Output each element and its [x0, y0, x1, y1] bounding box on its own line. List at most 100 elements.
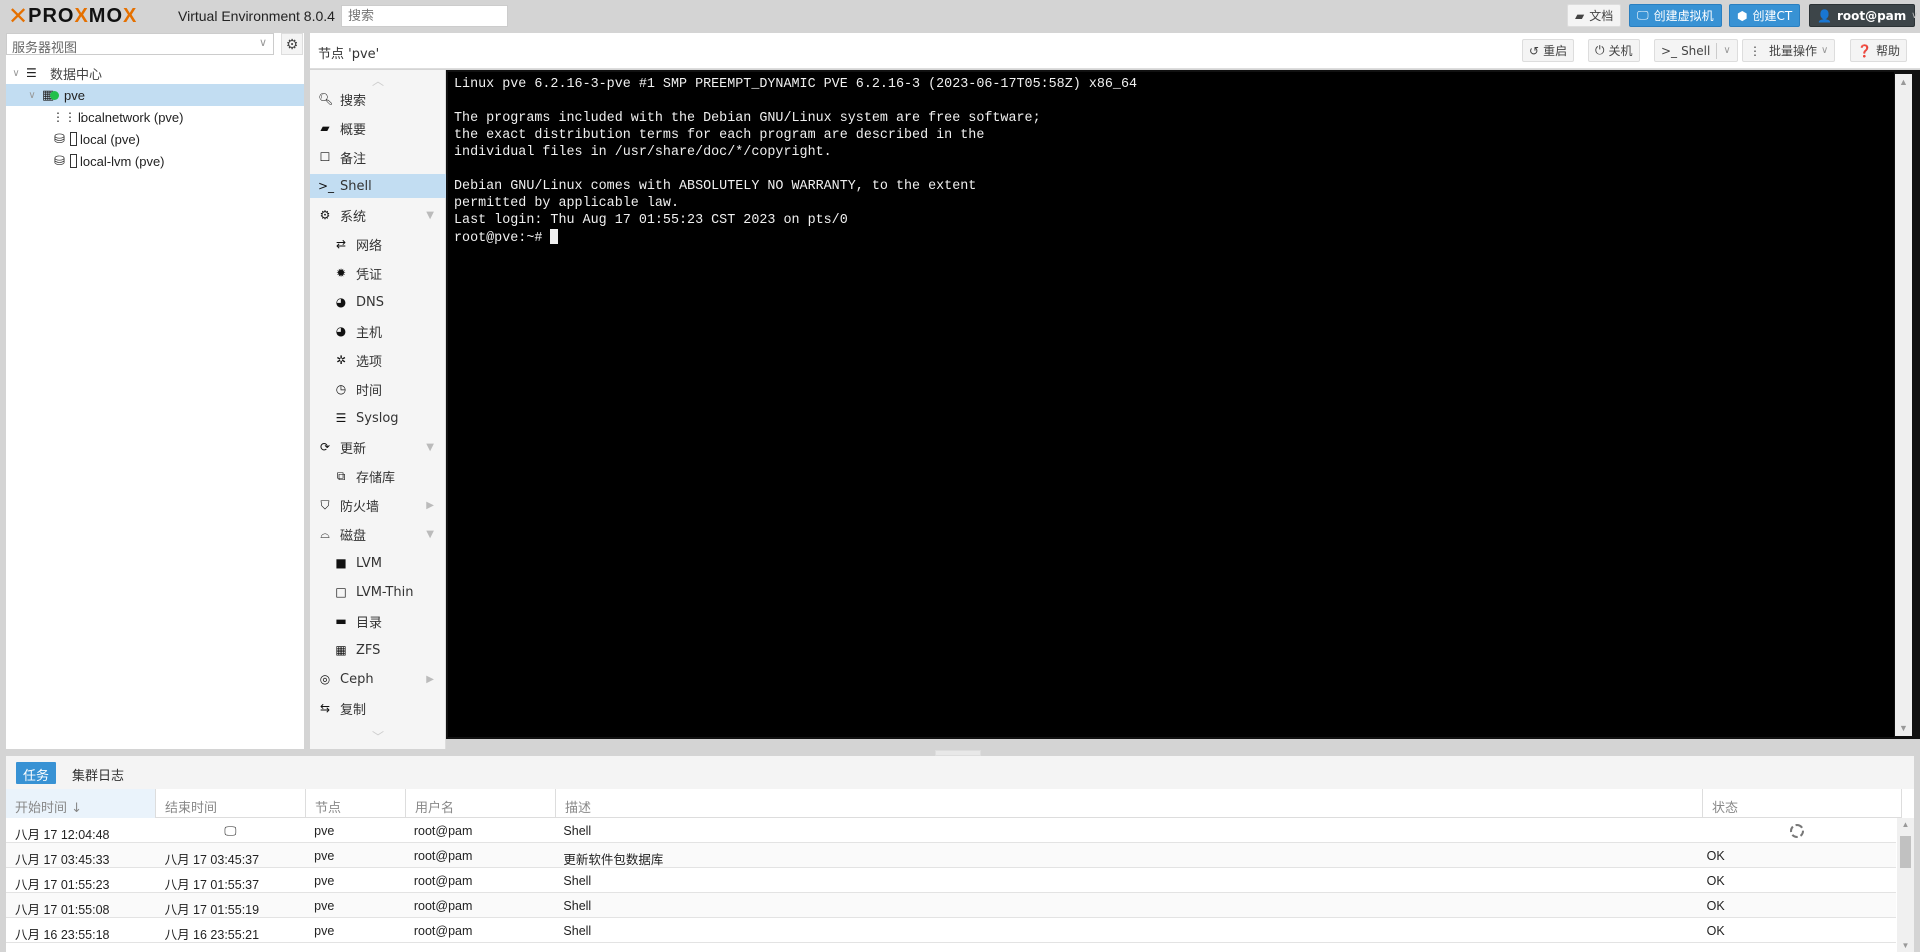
- menu-item-10[interactable]: ◷ 时间: [310, 377, 446, 401]
- cell-user: root@pam: [413, 924, 473, 938]
- terminal-cursor: [550, 229, 559, 244]
- column-node[interactable]: 节点: [306, 789, 406, 818]
- chevron-down-icon[interactable]: ∨: [1723, 45, 1730, 56]
- shell-button[interactable]: >_ Shell ∨: [1654, 39, 1738, 62]
- node-online-icon: ▦: [42, 87, 60, 103]
- tree-item-local-lvm-storage[interactable]: ⛁ local-lvm (pve): [6, 150, 304, 172]
- task-log-panel: 任务 集群日志 开始时间 ↓ 结束时间 节点 用户名 描述 状态 八月 17 1…: [6, 756, 1914, 952]
- column-status[interactable]: 状态: [1703, 789, 1902, 818]
- menu-item-15[interactable]: ⌓ 磁盘 ▼: [310, 522, 446, 546]
- question-circle-icon: ❓: [1857, 43, 1872, 58]
- terminal-line: individual files in /usr/share/doc/*/cop…: [454, 145, 832, 160]
- menu-item-4[interactable]: ⚙ 系统 ▼: [310, 203, 446, 227]
- terminal-icon: >_: [1661, 43, 1678, 58]
- tab-cluster-log[interactable]: 集群日志: [65, 762, 131, 784]
- reboot-button[interactable]: ↺ 重启: [1522, 39, 1575, 62]
- grid-scrollbar[interactable]: ▲ ▼: [1897, 818, 1914, 952]
- column-description[interactable]: 描述: [556, 789, 1703, 818]
- menu-item-12[interactable]: ⟳ 更新 ▼: [310, 435, 446, 459]
- cell-end: 八月 17 01:55:37: [164, 878, 260, 892]
- menu-item-3[interactable]: >_ Shell: [310, 174, 446, 198]
- task-row[interactable]: 八月 16 23:55:18 八月 16 23:55:21 pve root@pam S…: [6, 918, 1896, 943]
- scroll-up-arrow-icon[interactable]: ▲: [1897, 820, 1914, 829]
- menu-item-8[interactable]: ◕ 主机: [310, 319, 446, 343]
- storage-icon: ⛁: [54, 153, 65, 168]
- storage-icon: ⛁: [54, 131, 65, 146]
- terminal-line: The programs included with the Debian GN…: [454, 111, 1041, 126]
- view-selector[interactable]: 服务器视图 ∨: [6, 33, 274, 56]
- menu-item-20[interactable]: ◎ Ceph ▶: [310, 667, 446, 691]
- menu-item-11[interactable]: ☰ Syslog: [310, 406, 446, 430]
- create-ct-button[interactable]: ⬢ 创建CT: [1729, 4, 1801, 27]
- storage-status-icon: [70, 154, 77, 168]
- tree-item-datacenter[interactable]: ∨ ☰ 数据中心: [6, 62, 304, 84]
- tab-tasks[interactable]: 任务: [16, 762, 57, 784]
- expand-arrow-icon[interactable]: ∨: [10, 68, 22, 79]
- cell-desc: Shell: [563, 874, 592, 888]
- cell-desc: Shell: [563, 924, 592, 938]
- menu-item-13[interactable]: ⧉ 存储库: [310, 464, 446, 488]
- bulk-actions-button[interactable]: ⋮ 批量操作 ∨: [1742, 39, 1836, 62]
- task-row[interactable]: 八月 17 12:04:48 🖵 pve root@pam Shell: [6, 818, 1896, 843]
- shell-terminal[interactable]: Linux pve 6.2.16-3-pve #1 SMP PREEMPT_DY…: [446, 70, 1920, 739]
- cell-start: 八月 17 01:55:08: [15, 903, 110, 917]
- tree-item-node-pve[interactable]: ∨ ▦ pve: [6, 84, 304, 106]
- caret-right-icon[interactable]: ▶: [426, 674, 434, 685]
- expand-arrow-icon[interactable]: ∨: [26, 90, 38, 101]
- tree-settings-button[interactable]: ⚙: [281, 33, 303, 55]
- menu-item-6[interactable]: ✹ 凭证: [310, 261, 446, 285]
- proxmox-logo[interactable]: ✕ PROXMOX: [8, 2, 137, 30]
- terminal-output[interactable]: Linux pve 6.2.16-3-pve #1 SMP PREEMPT_DY…: [448, 72, 1894, 737]
- help-button[interactable]: ❓ 帮助: [1850, 39, 1907, 62]
- docs-button[interactable]: ▰ 文档: [1567, 4, 1622, 27]
- menu-item-21[interactable]: ⇆ 复制: [310, 696, 446, 720]
- loading-spinner-icon: [1789, 824, 1804, 838]
- caret-down-icon[interactable]: ▼: [426, 442, 434, 453]
- caret-down-icon[interactable]: ▼: [426, 210, 434, 221]
- create-vm-button[interactable]: 🖵 创建虚拟机: [1629, 4, 1722, 27]
- user-menu-button[interactable]: 👤 root@pam ∨: [1809, 4, 1918, 27]
- menu-item-5[interactable]: ⇄ 网络: [310, 232, 446, 256]
- cell-desc: 更新软件包数据库: [563, 853, 664, 867]
- proxmox-x-icon: ✕: [8, 2, 29, 30]
- scroll-up-arrow-icon[interactable]: ▲: [1895, 77, 1912, 87]
- scroll-down-arrow-icon[interactable]: ▼: [1897, 941, 1914, 950]
- task-row[interactable]: 八月 17 01:55:23 八月 17 01:55:37 pve root@pam S…: [6, 868, 1896, 893]
- console-icon: 🖵: [224, 824, 237, 838]
- task-row[interactable]: 八月 17 03:45:33 八月 17 03:45:37 pve root@pam 更…: [6, 843, 1896, 868]
- menu-item-19[interactable]: ▦ ZFS: [310, 638, 446, 662]
- caret-down-icon[interactable]: ▼: [426, 529, 434, 540]
- global-search-input[interactable]: [341, 5, 508, 27]
- user-icon: 👤: [1817, 8, 1832, 23]
- column-start-time[interactable]: 开始时间 ↓: [6, 789, 156, 818]
- menu-item-0[interactable]: 🔍︎ 搜索: [310, 87, 446, 111]
- menu-item-7[interactable]: ◕ DNS: [310, 290, 446, 314]
- menu-item-17[interactable]: □ LVM-Thin: [310, 580, 446, 604]
- cell-user: root@pam: [413, 849, 473, 863]
- tree-item-localnetwork[interactable]: ⋮⋮⋮ localnetwork (pve): [6, 106, 304, 128]
- cogs-icon: ⚙: [319, 208, 331, 222]
- top-bar: ✕ PROXMOX Virtual Environment 8.0.4 ▰ 文档…: [0, 0, 1920, 32]
- menu-item-9[interactable]: ✲ 选项: [310, 348, 446, 372]
- menu-item-2[interactable]: ☐ 备注: [310, 145, 446, 169]
- menu-item-14[interactable]: ⛉ 防火墙 ▶: [310, 493, 446, 517]
- menu-item-1[interactable]: ▰ 概要: [310, 116, 446, 140]
- scrollbar-thumb[interactable]: [1900, 836, 1911, 868]
- book-icon: ▰: [1575, 8, 1585, 23]
- task-row[interactable]: 八月 17 01:55:08 八月 17 01:55:19 pve root@pam S…: [6, 893, 1896, 918]
- gear-icon: ✲: [335, 353, 347, 367]
- terminal-scrollbar[interactable]: ▲ ▼: [1895, 74, 1912, 736]
- menu-item-18[interactable]: ▬ 目录: [310, 609, 446, 633]
- scroll-down-icon[interactable]: ﹀: [310, 728, 446, 745]
- undo-icon: ↺: [1529, 43, 1540, 58]
- column-end-time[interactable]: 结束时间: [156, 789, 306, 818]
- scroll-down-arrow-icon[interactable]: ▼: [1895, 723, 1912, 733]
- caret-right-icon[interactable]: ▶: [426, 500, 434, 511]
- menu-item-16[interactable]: ■ LVM: [310, 551, 446, 575]
- terminal-line: Linux pve 6.2.16-3-pve #1 SMP PREEMPT_DY…: [454, 77, 1138, 92]
- column-user[interactable]: 用户名: [406, 789, 556, 818]
- shutdown-button[interactable]: ⏻ 关机: [1588, 39, 1640, 62]
- tree-item-local-storage[interactable]: ⛁ local (pve): [6, 128, 304, 150]
- cell-user: root@pam: [413, 874, 473, 888]
